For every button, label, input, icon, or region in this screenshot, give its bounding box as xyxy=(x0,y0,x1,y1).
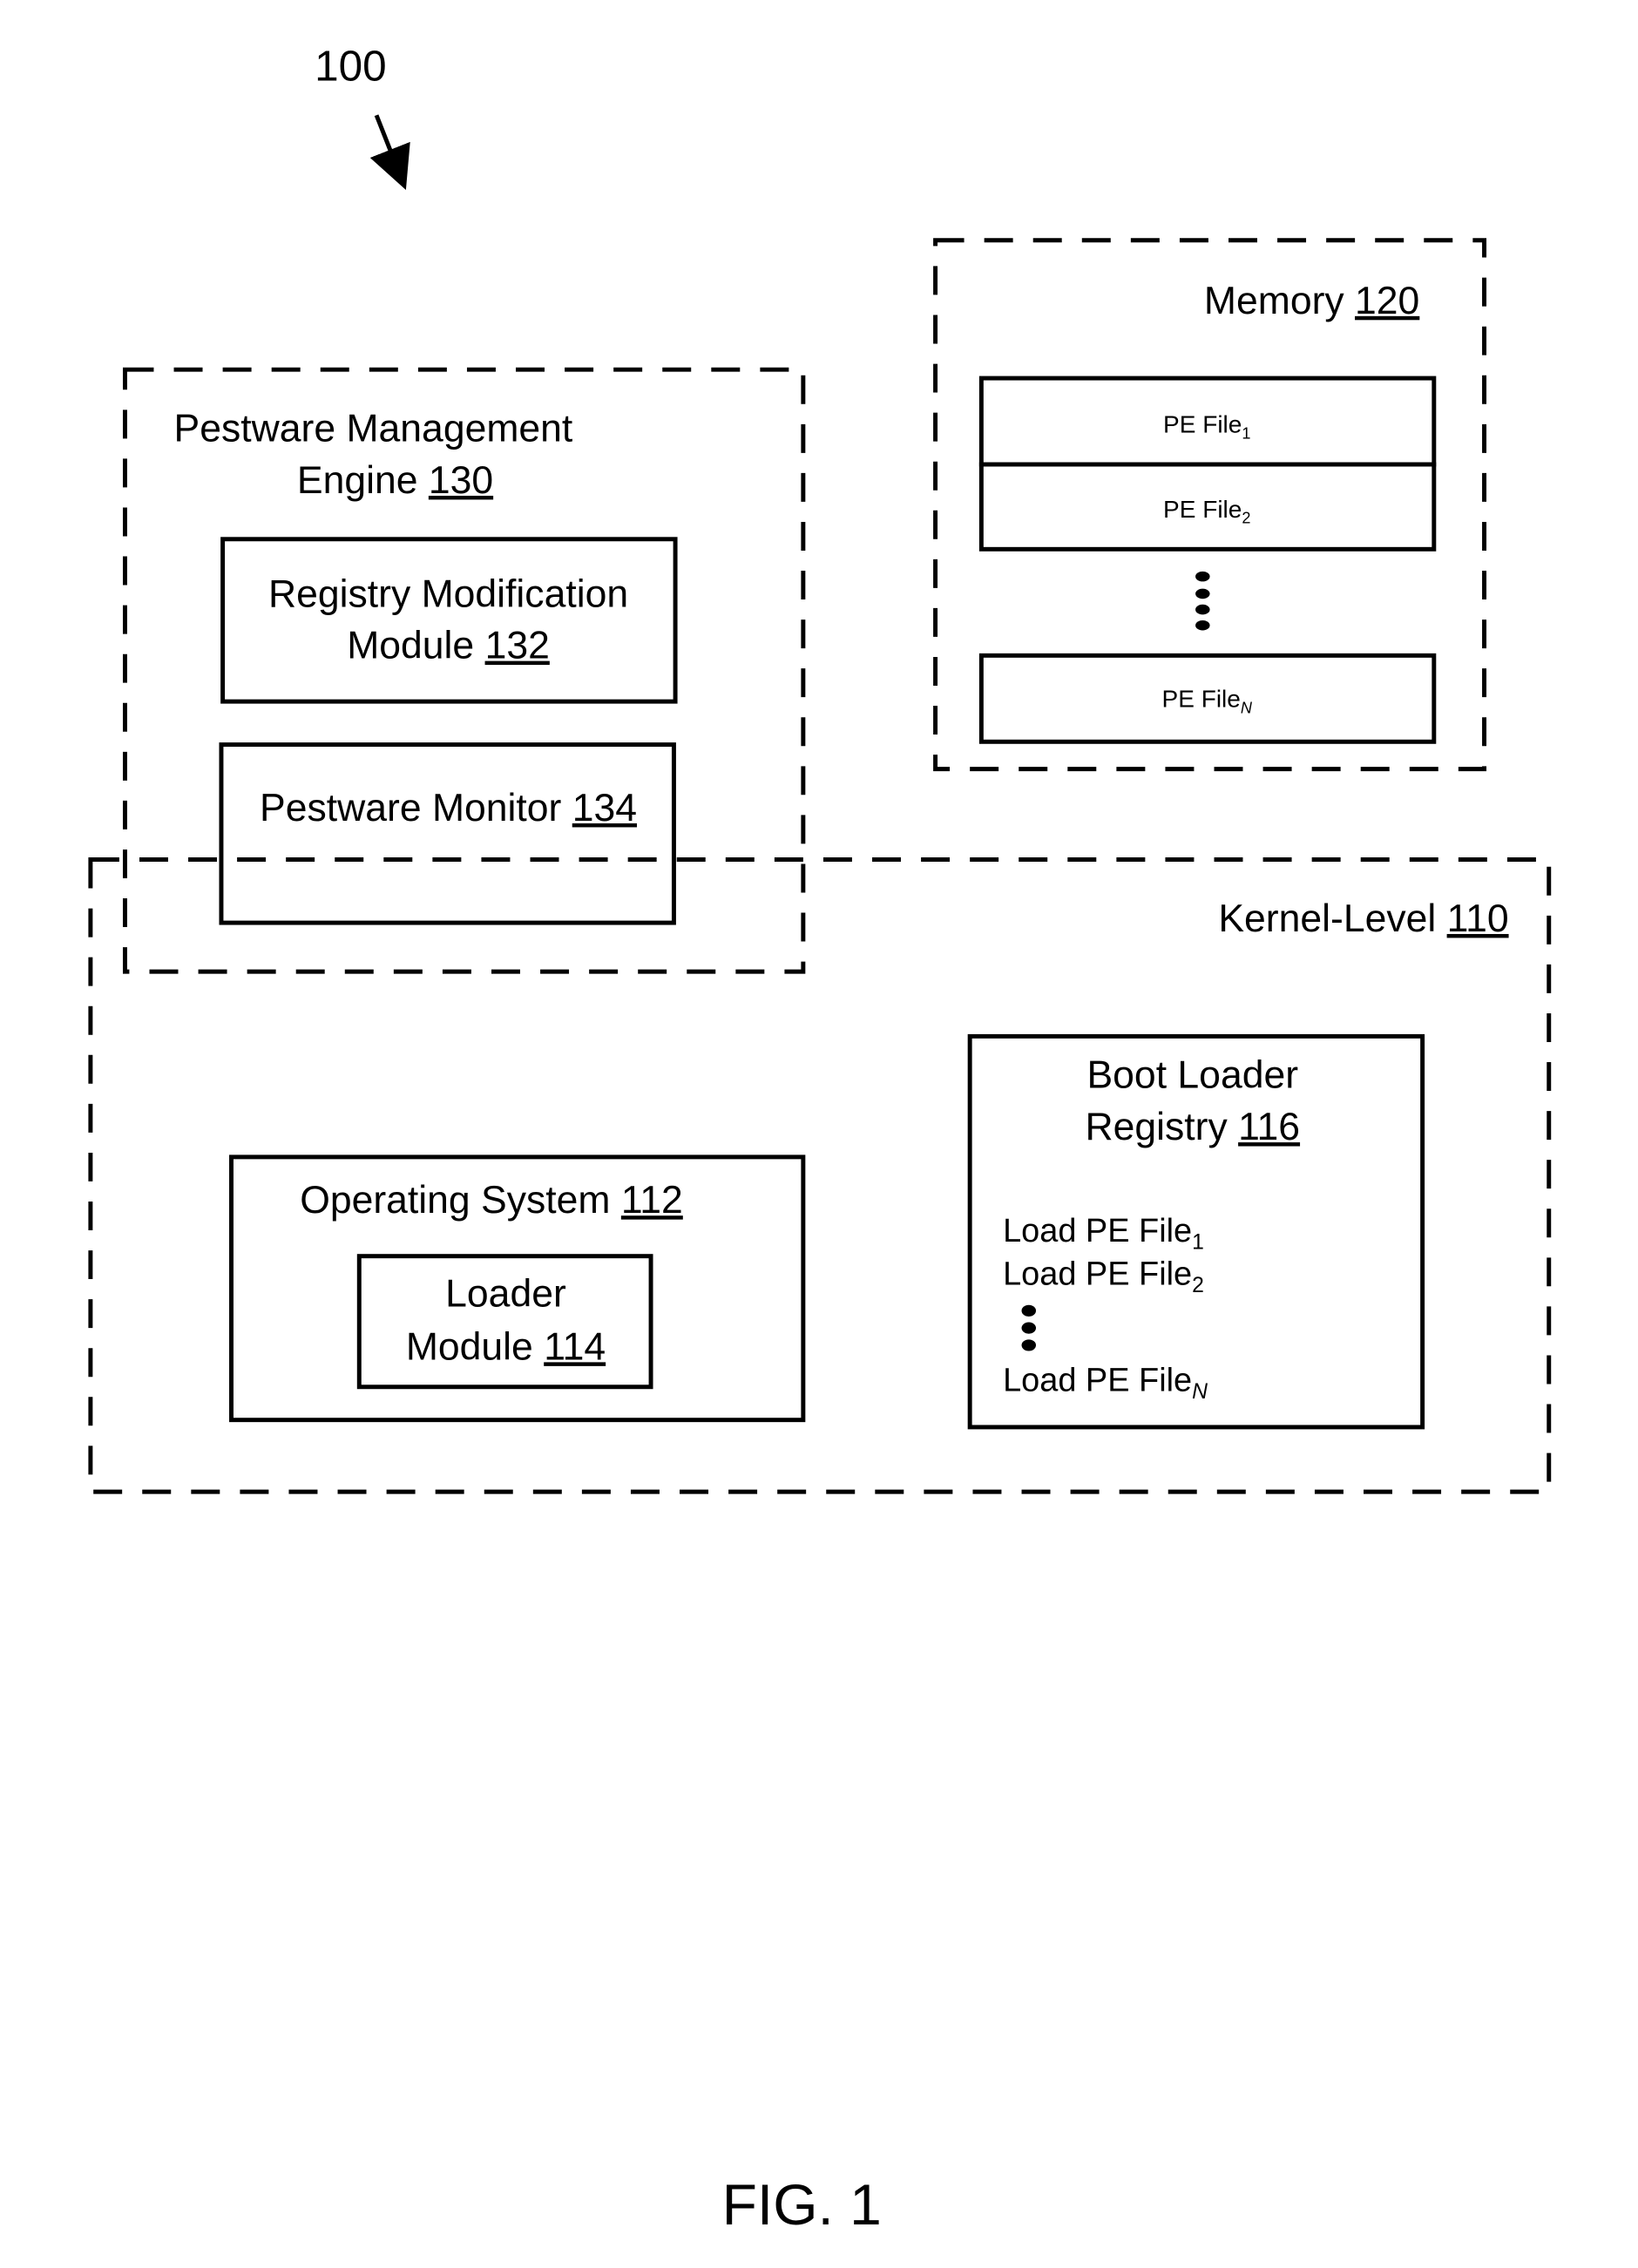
pe-file-1-label: PE File1 xyxy=(1163,411,1250,443)
operating-system-title: Operating System 112 xyxy=(300,1179,683,1222)
registry-entry-1: Load PE File1 xyxy=(1003,1213,1204,1254)
memory-title: Memory 120 xyxy=(1204,280,1419,322)
boot-loader-registry-line1: Boot Loader xyxy=(1086,1054,1298,1097)
pestware-monitor-box xyxy=(219,742,676,925)
registry-modification-line1: Registry Modification xyxy=(268,572,628,615)
figure-reference-label: 100 xyxy=(315,43,387,91)
figure-caption: FIG. 1 xyxy=(722,2172,882,2237)
loader-module-line2: Module 114 xyxy=(406,1325,606,1368)
registry-ellipsis-icon xyxy=(1021,1304,1037,1351)
kernel-group: Kernel-Level 110 Operating System 112 Lo… xyxy=(88,857,1552,1494)
registry-entry-n: Load PE FileN xyxy=(1003,1363,1208,1404)
pestware-engine-title-line1: Pestware Management xyxy=(174,408,573,450)
ellipsis-icon xyxy=(1195,571,1210,631)
registry-modification-module-box xyxy=(220,537,678,704)
pestware-engine-group: Pestware Management Engine 130 Registry … xyxy=(123,367,806,974)
memory-group: Memory 120 PE File1 PE File2 PE FileN xyxy=(933,238,1487,772)
pestware-monitor-label: Pestware Monitor 134 xyxy=(260,787,637,829)
pestware-engine-title-line2: Engine 130 xyxy=(297,459,493,502)
reference-arrow-icon xyxy=(369,114,410,190)
boot-loader-registry-line2: Registry 116 xyxy=(1085,1106,1300,1148)
registry-entry-2: Load PE File2 xyxy=(1003,1256,1204,1297)
pe-file-n-label: PE FileN xyxy=(1162,686,1253,717)
loader-module-line1: Loader xyxy=(445,1272,566,1315)
figure-canvas: 100 Memory 120 PE File1 PE File2 PE File… xyxy=(88,43,1552,2237)
kernel-title: Kernel-Level 110 xyxy=(1218,897,1508,940)
registry-modification-line2: Module 132 xyxy=(347,625,550,667)
pe-file-2-label: PE File2 xyxy=(1163,496,1250,527)
